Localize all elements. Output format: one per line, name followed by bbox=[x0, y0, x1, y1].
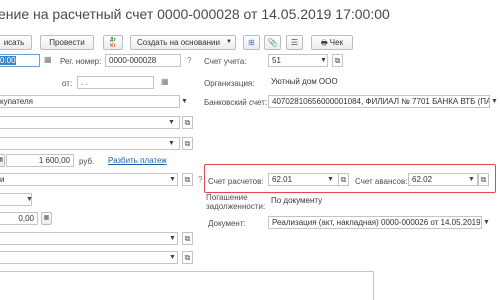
settlement-account-dropdown-icon[interactable]: ▼ bbox=[325, 173, 336, 186]
account-label: Счет учета: bbox=[204, 57, 247, 66]
bank-account-field[interactable]: 40702810656000001084, ФИЛИАЛ № 7701 БАНК… bbox=[268, 95, 490, 108]
calculator-button[interactable]: ▦ bbox=[41, 212, 52, 225]
settlement-type-field[interactable]: и bbox=[0, 173, 178, 186]
reg-number-field[interactable]: 0000-000028 bbox=[105, 54, 181, 67]
organization-label: Организация: bbox=[204, 79, 255, 88]
bank-account-dropdown-icon[interactable]: ▼ bbox=[489, 95, 500, 108]
counterparty-open-button[interactable]: ⧉ bbox=[182, 116, 193, 129]
from-label: от: bbox=[62, 79, 73, 88]
account-dropdown-icon[interactable]: ▼ bbox=[318, 54, 329, 67]
document-title: ение на расчетный счет 0000-000028 от 14… bbox=[0, 6, 390, 22]
settlement-account-label: Счет расчетов: bbox=[208, 177, 264, 186]
attach-files-button[interactable]: 📎 bbox=[264, 35, 281, 50]
post-button[interactable]: Провести bbox=[40, 35, 94, 50]
counterparty-field[interactable] bbox=[0, 116, 180, 129]
hierarchy-icon: ⊞ bbox=[248, 38, 255, 47]
date-field[interactable]: 0:00 bbox=[0, 54, 40, 67]
advance-account-label: Счет авансов: bbox=[355, 177, 408, 186]
calendar-icon[interactable]: ▦ bbox=[44, 55, 52, 64]
contract-field[interactable] bbox=[0, 137, 180, 150]
calendar-icon[interactable]: ▦ bbox=[161, 77, 169, 86]
vat-rate-dropdown-icon[interactable]: ▼ bbox=[24, 193, 35, 206]
account-open-button[interactable]: ⧉ bbox=[332, 54, 343, 67]
create-based-on-button[interactable]: Создать на основании ▼ bbox=[130, 35, 236, 50]
from-date-field[interactable]: . . bbox=[77, 76, 154, 89]
calculator-button[interactable]: ▦ bbox=[0, 154, 5, 167]
currency-label: руб. bbox=[79, 157, 95, 166]
document-field[interactable]: Реализация (акт, накладная) 0000-000026 … bbox=[268, 216, 482, 229]
chevron-down-icon: ▼ bbox=[226, 39, 232, 45]
payer-field[interactable]: купателя bbox=[0, 95, 180, 108]
responsible-open-button[interactable]: ⧉ bbox=[182, 251, 193, 264]
document-dropdown-icon[interactable]: ▼ bbox=[481, 216, 492, 229]
counterparty-dropdown-icon[interactable]: ▼ bbox=[166, 116, 177, 129]
contract-dropdown-icon[interactable]: ▼ bbox=[166, 137, 177, 150]
advance-account-open-button[interactable]: ⧉ bbox=[478, 173, 489, 186]
dt-kt-icon: Дт Кт bbox=[109, 37, 116, 49]
printer-icon: 🖶 bbox=[320, 40, 328, 47]
list-report-icon: ☰ bbox=[290, 38, 299, 47]
dt-kt-button[interactable]: Дт Кт bbox=[103, 35, 123, 50]
help-icon[interactable]: ? bbox=[198, 175, 202, 184]
split-payment-link[interactable]: Разбить платеж bbox=[108, 156, 167, 165]
advance-account-dropdown-icon[interactable]: ▼ bbox=[466, 173, 477, 186]
bank-account-label: Банковский счет: bbox=[204, 98, 268, 107]
debt-repayment-label: Погашение задолженности: bbox=[206, 193, 266, 211]
organization-field[interactable]: Уютный дом ООО bbox=[268, 76, 488, 89]
contract-open-button[interactable]: ⧉ bbox=[182, 137, 193, 150]
cash-flow-dropdown-icon[interactable]: ▼ bbox=[167, 232, 178, 245]
cash-flow-item-field[interactable] bbox=[0, 232, 178, 245]
settlement-type-dropdown-icon[interactable]: ▼ bbox=[167, 173, 178, 186]
responsible-field[interactable] bbox=[0, 251, 178, 264]
settlement-type-open-button[interactable]: ⧉ bbox=[182, 173, 193, 186]
report-button[interactable]: ☰ bbox=[286, 35, 303, 50]
post-and-close-button[interactable]: исать bbox=[0, 35, 32, 50]
amount-field[interactable]: 1 600,00 bbox=[6, 154, 74, 167]
document-label: Документ: bbox=[208, 219, 246, 228]
check-button[interactable]: 🖶 Чек bbox=[311, 35, 353, 50]
comment-textarea[interactable] bbox=[0, 271, 374, 300]
help-icon[interactable]: ? bbox=[187, 56, 191, 65]
payer-dropdown-icon[interactable]: ▼ bbox=[179, 95, 190, 108]
vat-amount-field[interactable]: 0,00 bbox=[0, 212, 38, 225]
paperclip-icon: 📎 bbox=[267, 38, 278, 47]
settlement-account-open-button[interactable]: ⧉ bbox=[338, 173, 349, 186]
reg-number-label: Рег. номер: bbox=[60, 57, 102, 66]
cash-flow-open-button[interactable]: ⧉ bbox=[182, 232, 193, 245]
responsible-dropdown-icon[interactable]: ▼ bbox=[167, 251, 178, 264]
settlement-account-field[interactable]: 62.01 bbox=[268, 173, 348, 186]
debt-repayment-field[interactable]: По документу bbox=[268, 195, 488, 208]
structure-icon-button[interactable]: ⊞ bbox=[243, 35, 260, 50]
